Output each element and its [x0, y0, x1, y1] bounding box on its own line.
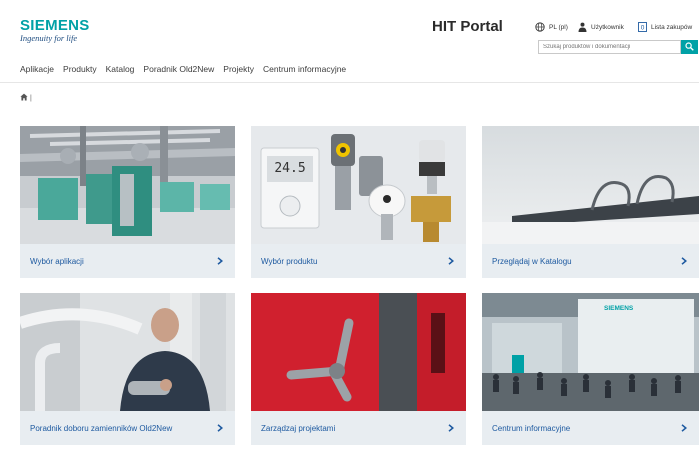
search-bar: [538, 40, 698, 54]
nav-item-katalog[interactable]: Katalog: [106, 64, 135, 74]
nav-item-old2new[interactable]: Poradnik Old2New: [143, 64, 214, 74]
chevron-right-icon: [681, 257, 687, 265]
hvac-hall-image: [20, 126, 235, 244]
breadcrumb: |: [20, 93, 32, 103]
tile-label: Wybór aplikacji: [30, 256, 84, 266]
tile-old2new-guide[interactable]: Poradnik doboru zamienników Old2New: [20, 293, 235, 445]
user-label: Użytkownik: [591, 23, 624, 31]
siemens-logo[interactable]: SIEMENS Ingenuity for life: [20, 17, 90, 43]
header-divider: [0, 82, 699, 83]
chevron-right-icon: [448, 257, 454, 265]
user-icon: [578, 22, 587, 32]
nav-item-centrum[interactable]: Centrum informacyjne: [263, 64, 346, 74]
binder-image: [482, 126, 699, 244]
chevron-right-icon: [448, 424, 454, 432]
globe-icon: [535, 22, 545, 32]
tile-manage-projects[interactable]: Zarządzaj projektami: [251, 293, 466, 445]
home-icon[interactable]: [20, 93, 28, 103]
tile-footer: Poradnik doboru zamienników Old2New: [20, 411, 235, 445]
brand-tagline: Ingenuity for life: [20, 33, 78, 43]
brand-name: SIEMENS: [20, 17, 90, 34]
tile-browse-catalog[interactable]: Przeglądaj w Katalogu: [482, 126, 699, 278]
shopping-list-label: Lista zakupów: [651, 23, 693, 31]
tile-footer: Przeglądaj w Katalogu: [482, 244, 699, 278]
language-selector[interactable]: PL (pl): [535, 22, 568, 32]
tile-footer: Zarządzaj projektami: [251, 411, 466, 445]
tile-footer: Centrum informacyjne: [482, 411, 699, 445]
page-title: HIT Portal: [432, 18, 503, 35]
tile-information-center[interactable]: SIEMENS Centrum informacyjne: [482, 293, 699, 445]
chevron-right-icon: [217, 424, 223, 432]
search-icon: [685, 38, 694, 56]
technician-image: [20, 293, 235, 411]
shopping-list-link[interactable]: 0 Lista zakupów: [638, 22, 692, 32]
tile-footer: Wybór aplikacji: [20, 244, 235, 278]
language-label: PL (pl): [549, 23, 568, 31]
nav-item-projekty[interactable]: Projekty: [223, 64, 254, 74]
user-link[interactable]: Użytkownik: [578, 22, 624, 32]
products-image: 24.5: [251, 126, 466, 244]
search-button[interactable]: [681, 40, 698, 54]
tile-footer: Wybór produktu: [251, 244, 466, 278]
chevron-right-icon: [217, 257, 223, 265]
tile-label: Centrum informacyjne: [492, 423, 571, 433]
tile-label: Zarządzaj projektami: [261, 423, 336, 433]
nav-item-aplikacje[interactable]: Aplikacje: [20, 64, 54, 74]
thermostat-display: 24.5: [274, 161, 305, 176]
tile-application-selection[interactable]: Wybór aplikacji: [20, 126, 235, 278]
tile-label: Poradnik doboru zamienników Old2New: [30, 423, 173, 433]
tile-label: Wybór produktu: [261, 256, 318, 266]
nav-item-produkty[interactable]: Produkty: [63, 64, 97, 74]
cabinet-handle-image: [251, 293, 466, 411]
booth-brand-text: SIEMENS: [604, 305, 634, 312]
tile-label: Przeglądaj w Katalogu: [492, 256, 572, 266]
search-input[interactable]: [538, 40, 681, 54]
tile-product-selection[interactable]: 24.5 Wybór produktu: [251, 126, 466, 278]
breadcrumb-separator: |: [30, 94, 32, 102]
svg-text:0: 0: [641, 25, 645, 32]
chevron-right-icon: [681, 424, 687, 432]
main-navigation: Aplikacje Produkty Katalog Poradnik Old2…: [20, 64, 346, 74]
trade-fair-image: SIEMENS: [482, 293, 699, 411]
list-icon: 0: [638, 22, 647, 32]
hit-portal-page: SIEMENS Ingenuity for life HIT Portal PL…: [0, 0, 699, 450]
